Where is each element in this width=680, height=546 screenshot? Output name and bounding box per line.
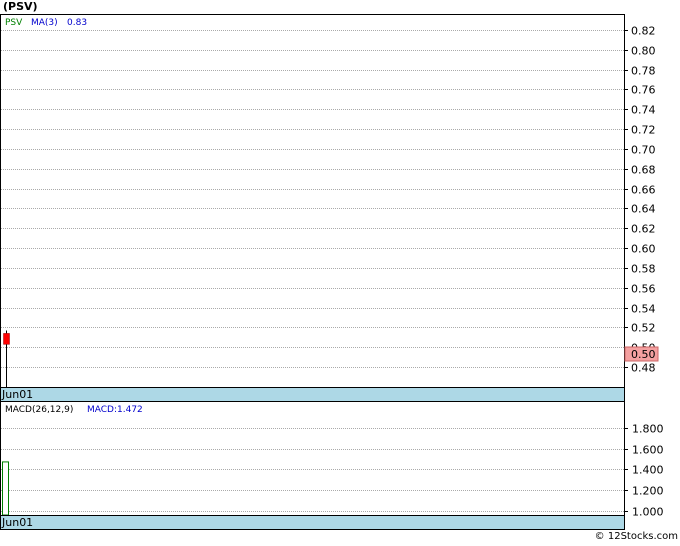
copyright-text: © 12Stocks.com: [594, 531, 678, 542]
macd-x-label: Jun01: [1, 516, 33, 529]
macd-axis: 1.000 1.200 1.400 1.600 1.800: [624, 423, 664, 519]
price-tick-label: 0.64: [631, 203, 656, 216]
price-axis: 0.480.50 0.52 0.54 0.56 0.58 0.60 0.62 0.64 0.66…: [624, 25, 656, 375]
price-tick-label: 0.56: [631, 283, 656, 296]
price-tick-label: 0.60: [631, 243, 656, 256]
price-tick-label: 0.82: [631, 25, 656, 38]
price-tick-label: 0.66: [631, 184, 656, 197]
price-tick-label: 0.54: [631, 303, 656, 316]
macd-panel-frame: [0, 401, 625, 516]
legend-ma-value: 0.83: [67, 18, 87, 28]
price-candles: [3, 330, 10, 387]
price-tick-label: 0.70: [631, 144, 656, 157]
macd-grid: [1, 428, 624, 512]
candle-body: [3, 333, 10, 345]
price-date-bar: [0, 387, 625, 402]
price-tick-label: 0.48: [631, 362, 656, 375]
price-tick-label: 0.58: [631, 263, 656, 276]
macd-bar: [2, 461, 9, 516]
macd-legend-label: MACD(26,12,9): [5, 405, 73, 415]
price-tick-label: 0.72: [631, 124, 656, 137]
price-panel-frame: [0, 14, 625, 388]
legend-symbol: PSV: [5, 18, 23, 28]
macd-legend-value: MACD:1.472: [87, 405, 143, 415]
current-price-label: 0.50: [631, 348, 656, 361]
macd-tick-label: 1.000: [632, 506, 664, 519]
price-tick-label: 0.52: [631, 322, 656, 335]
macd-date-bar: [0, 515, 625, 530]
legend-ma-label: MA(3): [31, 18, 58, 28]
macd-bars: [2, 461, 9, 516]
macd-tick-label: 1.200: [632, 485, 664, 498]
chart-canvas: 0.480.50 0.52 0.54 0.56 0.58 0.60 0.62 0.64 0.66…: [0, 14, 664, 530]
price-tick-label: 0.74: [631, 104, 656, 117]
price-x-label: Jun01: [1, 388, 33, 401]
price-tick-label: 0.62: [631, 223, 656, 236]
price-tick-label: 0.76: [631, 84, 656, 97]
price-tick-label: 0.78: [631, 65, 656, 78]
macd-tick-label: 1.400: [632, 464, 664, 477]
price-tick-label: 0.80: [631, 45, 656, 58]
macd-tick-label: 1.600: [632, 444, 664, 457]
price-tick-label: 0.68: [631, 164, 656, 177]
macd-tick-label: 1.800: [632, 423, 664, 436]
price-grid: [1, 30, 624, 368]
